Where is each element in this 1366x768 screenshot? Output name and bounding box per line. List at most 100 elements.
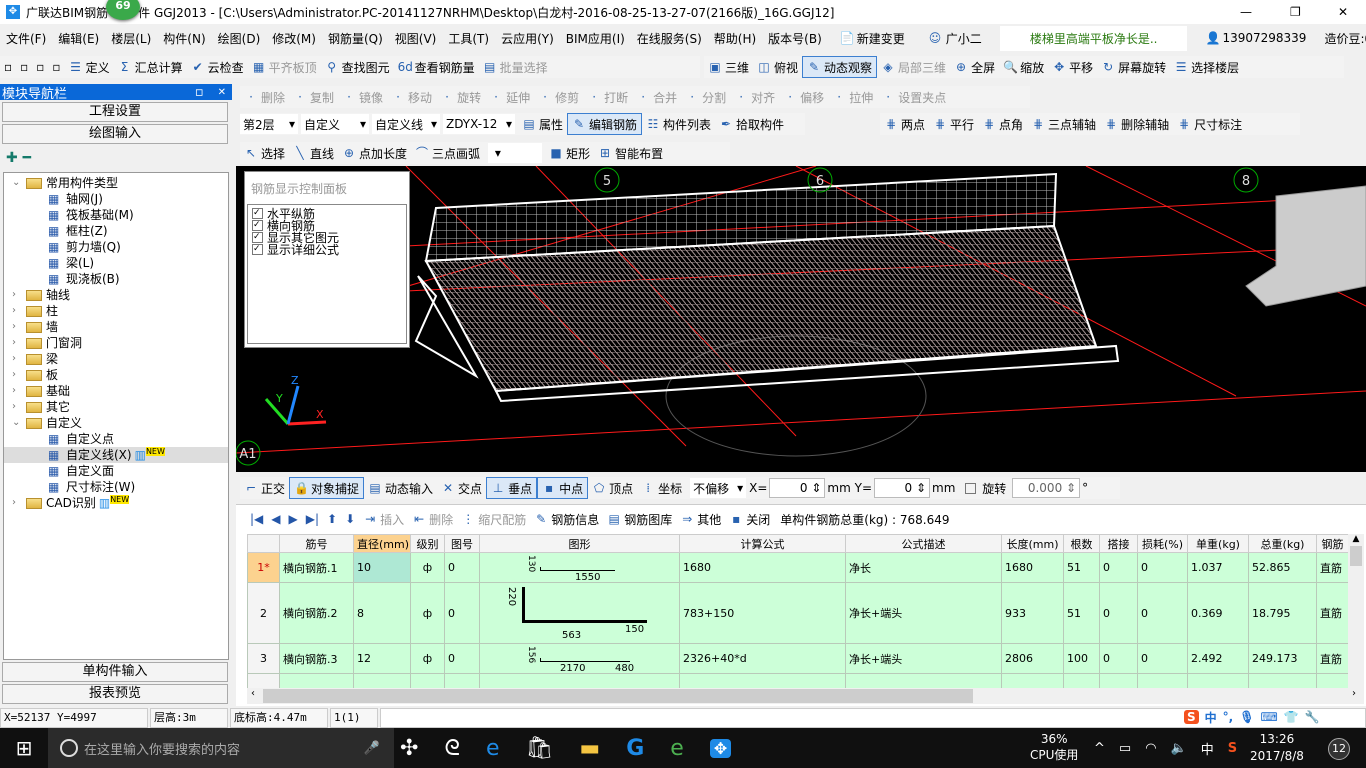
edit-button-13[interactable]: · 设置夹点 bbox=[877, 86, 950, 108]
cell-shape[interactable]: 156 2170 480 bbox=[479, 643, 680, 674]
menu-item[interactable]: 云应用(Y) bbox=[495, 30, 560, 47]
view-button-5[interactable]: 🔍 缩放 bbox=[999, 56, 1048, 78]
cell-grade[interactable]: ф bbox=[410, 643, 445, 674]
table-row[interactable]: 2 横向钢筋.2 8 ф 0 220 563 150 783+150 净长+端头 933 51 0 0 0.… bbox=[247, 582, 1348, 644]
chevron-down-icon[interactable]: ⌄ bbox=[12, 415, 26, 431]
cell-unit[interactable]: 2.492 bbox=[1187, 643, 1249, 674]
select-button[interactable]: ↖ 选择 bbox=[240, 142, 289, 164]
display-checkbox[interactable]: ✓ 显示详细公式 bbox=[252, 243, 402, 257]
cell-len[interactable]: 2806 bbox=[1001, 643, 1064, 674]
chevron-right-icon[interactable]: › bbox=[12, 303, 26, 319]
edit-button-1[interactable]: · 复制 bbox=[289, 86, 338, 108]
empty-cell[interactable] bbox=[410, 673, 445, 688]
cell-n[interactable]: 2 bbox=[247, 582, 280, 644]
checkbox-checked-icon[interactable]: ✓ bbox=[252, 219, 263, 231]
tree-item[interactable]: ▦ 尺寸标注(W) bbox=[4, 479, 228, 495]
menu-item[interactable]: 文件(F) bbox=[0, 30, 52, 47]
edit-button-4[interactable]: · 旋转 bbox=[436, 86, 485, 108]
cell-d[interactable]: 10 bbox=[353, 552, 411, 583]
snap-button-4[interactable]: ⊥ 垂点 bbox=[486, 477, 538, 499]
horizontal-scrollbar[interactable]: ‹ › bbox=[247, 688, 1364, 704]
tree-item[interactable]: ▦ 剪力墙(Q) bbox=[4, 239, 228, 255]
save-icon[interactable]: ▫ bbox=[32, 56, 48, 78]
snap-button-0[interactable]: ⌐ 正交 bbox=[240, 477, 289, 499]
tree-item[interactable]: › 板 bbox=[4, 367, 228, 383]
nav-close-icon[interactable]: ✕ bbox=[218, 87, 226, 98]
menu-item[interactable]: 编辑(E) bbox=[52, 30, 105, 47]
ggj-app-icon[interactable]: ✥ bbox=[709, 738, 732, 758]
cell-shape[interactable]: 220 563 150 bbox=[479, 582, 680, 644]
subtype-select[interactable]: 自定义线 ▾ bbox=[372, 114, 440, 134]
rectangle-button[interactable]: ■ 矩形 bbox=[545, 142, 594, 164]
edit-button-6[interactable]: · 修剪 bbox=[534, 86, 583, 108]
column-header[interactable]: 直径(mm) bbox=[353, 534, 411, 553]
cell-grade[interactable]: ф bbox=[410, 582, 445, 644]
cell-desc[interactable]: 净长+端头 bbox=[845, 643, 1002, 674]
tree-item[interactable]: › 轴线 bbox=[4, 287, 228, 303]
report-preview-button[interactable]: 报表预览 bbox=[2, 684, 228, 704]
sogou-icon[interactable]: S bbox=[1184, 710, 1199, 724]
minimize-button[interactable]: — bbox=[1240, 5, 1252, 19]
edit-button-0[interactable]: · 删除 bbox=[240, 86, 289, 108]
empty-cell[interactable] bbox=[1063, 673, 1100, 688]
view-button-0[interactable]: ▣ 三维 bbox=[704, 56, 753, 78]
snap-button-3[interactable]: ✕ 交点 bbox=[437, 477, 486, 499]
cell-loss[interactable]: 0 bbox=[1137, 582, 1188, 644]
battery-icon[interactable]: ▭ bbox=[1119, 741, 1131, 756]
glodon-icon[interactable]: G bbox=[626, 736, 644, 761]
column-header[interactable]: 图号 bbox=[444, 534, 480, 553]
tree-item[interactable]: ▦ 轴网(J) bbox=[4, 191, 228, 207]
rebar-button-5[interactable]: ⇒ 其他 bbox=[676, 508, 725, 530]
menu-item[interactable]: 修改(M) bbox=[266, 30, 322, 47]
cell-count[interactable]: 51 bbox=[1063, 582, 1100, 644]
draw-button-2[interactable]: ⌒ 三点画弧 bbox=[411, 142, 484, 164]
start-button[interactable]: ⊞ bbox=[0, 728, 48, 768]
new-change-button[interactable]: 📄 新建变更 bbox=[828, 27, 917, 49]
edit-button-12[interactable]: · 拉伸 bbox=[828, 86, 877, 108]
menu-item[interactable]: 帮助(H) bbox=[708, 30, 762, 47]
view-button-1[interactable]: ◫ 俯视 bbox=[753, 56, 802, 78]
user-account-button[interactable]: 👤 13907298339 bbox=[1193, 27, 1318, 49]
tree-item[interactable]: ▦ 自定义点 bbox=[4, 431, 228, 447]
snap-button-6[interactable]: ⬠ 顶点 bbox=[588, 477, 637, 499]
cell-shape[interactable]: 130 1550 bbox=[479, 552, 680, 583]
cell-loss[interactable]: 0 bbox=[1137, 552, 1188, 583]
table-row[interactable] bbox=[247, 673, 1348, 688]
toolbar1-button-5[interactable]: 6d 查看钢筋量 bbox=[394, 56, 479, 78]
store-icon[interactable]: 🛍 bbox=[525, 736, 553, 761]
tree-item[interactable]: › 门窗洞 bbox=[4, 335, 228, 351]
view-button-8[interactable]: ☰ 选择楼层 bbox=[1170, 56, 1243, 78]
cell-grade[interactable]: ф bbox=[410, 552, 445, 583]
aux-button-1[interactable]: ⋕ 平行 bbox=[929, 113, 978, 135]
tree-item[interactable]: ⌄ 常用构件类型 bbox=[4, 175, 228, 191]
empty-cell[interactable] bbox=[1248, 673, 1317, 688]
menu-item[interactable]: 构件(N) bbox=[157, 30, 211, 47]
tree-item[interactable]: ▦ 现浇板(B) bbox=[4, 271, 228, 287]
cell-desc[interactable]: 净长+端头 bbox=[845, 582, 1002, 644]
column-header[interactable]: 公式描述 bbox=[845, 534, 1002, 553]
column-header[interactable]: 损耗(%) bbox=[1137, 534, 1188, 553]
empty-cell[interactable] bbox=[1137, 673, 1188, 688]
edit-button-8[interactable]: · 合并 bbox=[632, 86, 681, 108]
smart-layout-button[interactable]: ⊞ 智能布置 bbox=[594, 142, 667, 164]
edge-icon[interactable]: e bbox=[486, 736, 500, 761]
volume-icon[interactable]: 🔈 bbox=[1171, 741, 1187, 756]
cell-desc[interactable]: 净长 bbox=[845, 552, 1002, 583]
draw-button-0[interactable]: ╲ 直线 bbox=[289, 142, 338, 164]
column-header[interactable]: 图形 bbox=[479, 534, 680, 553]
view-button-3[interactable]: ◈ 局部三维 bbox=[877, 56, 950, 78]
cell-count[interactable]: 51 bbox=[1063, 552, 1100, 583]
menu-item[interactable]: 楼层(L) bbox=[105, 30, 157, 47]
edit-button-2[interactable]: · 镜像 bbox=[338, 86, 387, 108]
chevron-right-icon[interactable]: › bbox=[12, 399, 26, 415]
notification-center[interactable]: 12 bbox=[1328, 738, 1350, 760]
layer-button-0[interactable]: ▤ 属性 bbox=[518, 113, 567, 135]
draw-button-1[interactable]: ⊕ 点加长度 bbox=[338, 142, 411, 164]
cell-count[interactable]: 100 bbox=[1063, 643, 1100, 674]
last-icon[interactable]: ▶| bbox=[302, 508, 323, 530]
column-header[interactable]: 总重(kg) bbox=[1248, 534, 1317, 553]
cell-n[interactable]: 1* bbox=[247, 552, 280, 583]
project-settings-button[interactable]: 工程设置 bbox=[2, 102, 228, 122]
sogou-tray-icon[interactable]: S bbox=[1228, 741, 1237, 756]
column-header[interactable]: 计算公式 bbox=[679, 534, 846, 553]
